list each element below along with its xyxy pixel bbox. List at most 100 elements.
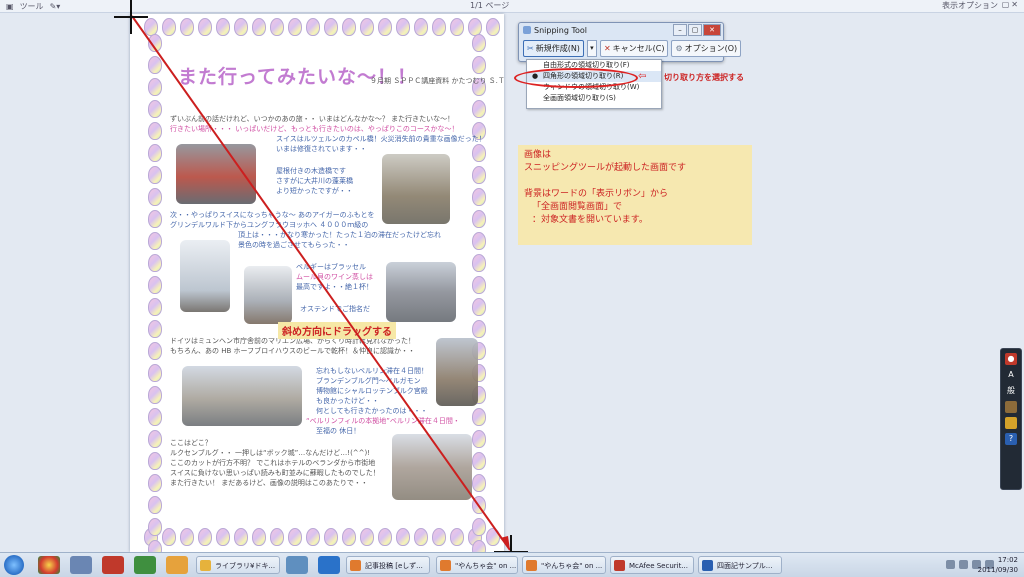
library-icon	[200, 560, 211, 571]
chrome-icon[interactable]	[38, 556, 60, 574]
balloon-ornament	[148, 298, 162, 316]
photo-luxembourg-city	[392, 434, 472, 500]
input-mode-indicator[interactable]: A	[1005, 369, 1017, 381]
tools-icon[interactable]	[1005, 417, 1017, 429]
balloon-ornament	[306, 528, 320, 546]
clock-time: 17:02	[997, 556, 1018, 564]
taskbar-item[interactable]: 四面記サンプル...	[698, 556, 782, 574]
highlight-icon[interactable]: ✎▾	[50, 2, 61, 11]
balloon-ornament	[148, 78, 162, 96]
photo-chapel-bridge	[382, 154, 450, 224]
tray-icon[interactable]	[946, 560, 955, 569]
taskbar-item[interactable]: ライブラリ¥ドキ...	[196, 556, 280, 574]
tray-icon[interactable]	[959, 560, 968, 569]
balloon-ornament	[148, 122, 162, 140]
balloon-ornament	[342, 528, 356, 546]
balloon-ornament	[472, 474, 486, 492]
document-subtitle: ９月期 ＳＰＰＣ講座資料 かたつむり Ｓ.Ｔ	[370, 77, 505, 85]
cancel-label: キャンセル(C)	[612, 44, 665, 53]
firefox-icon	[526, 560, 537, 571]
balloon-ornament	[472, 232, 486, 250]
balloon-ornament	[198, 528, 212, 546]
cancel-button[interactable]: ✕ キャンセル(C)	[599, 40, 669, 57]
doc-line: 頂上は・・・かなり寒かった！たった１泊の滞在だったけど忘れ	[238, 231, 441, 239]
window-controls[interactable]: ▢✕	[1002, 0, 1020, 9]
balloon-border-left	[148, 34, 162, 558]
save-icon[interactable]: ▣	[6, 2, 14, 11]
ime-icon[interactable]: ●	[1005, 353, 1017, 365]
balloon-ornament	[180, 528, 194, 546]
balloon-ornament	[472, 430, 486, 448]
clock[interactable]: 17:02 2011/09/30	[978, 555, 1018, 575]
doc-line: 至福の 休日！	[316, 427, 361, 435]
doc-line: ムール貝のワイン蒸しは	[296, 273, 373, 281]
ie-icon[interactable]	[318, 556, 340, 574]
taskbar-item[interactable]: McAfee Securit...	[610, 556, 694, 574]
close-button[interactable]: ✕	[703, 24, 721, 36]
minimize-button[interactable]: –	[673, 24, 687, 36]
balloon-ornament	[148, 474, 162, 492]
taskbar-item[interactable]: 記事投稿 [eしず...	[346, 556, 430, 574]
balloon-ornament	[472, 276, 486, 294]
balloon-ornament	[472, 210, 486, 228]
doc-line: ベルギーはブラッセル	[296, 263, 366, 271]
maximize-button[interactable]: ▢	[688, 24, 702, 36]
menu-item-full-screen[interactable]: 全画面領域切り取り(S)	[527, 93, 661, 104]
note-line	[524, 175, 746, 188]
view-options-button[interactable]: 表示オプション	[942, 0, 998, 11]
browser-icon[interactable]	[102, 556, 124, 574]
taskbar: ライブラリ¥ドキ... 記事投稿 [eしず... "やんちゃ会" on ... …	[0, 552, 1024, 577]
doc-line: 屋根付きの木造橋です	[276, 167, 346, 175]
balloon-ornament	[148, 342, 162, 360]
balloon-ornament	[472, 34, 486, 52]
page-indicator: 1/1 ページ	[470, 1, 510, 10]
highlight-ellipse	[514, 68, 638, 88]
reading-view-toolbar: ▣ ツール ✎▾ 1/1 ページ 表示オプション ▢✕	[0, 0, 1024, 13]
balloon-ornament	[180, 18, 194, 36]
photo-snow-station	[244, 266, 292, 324]
balloon-ornament	[234, 528, 248, 546]
doc-line: また行きたい！ まだあるけど、画像の説明はこのあたりで・・	[170, 479, 368, 487]
balloon-ornament	[148, 408, 162, 426]
arrow-left-icon: ⇦	[638, 71, 647, 82]
app-icon[interactable]	[134, 556, 156, 574]
new-snip-dropdown-arrow[interactable]: ▾	[586, 40, 597, 57]
help-icon[interactable]: ?	[1005, 433, 1017, 445]
new-snip-button[interactable]: ✂ 新規作成(N)	[523, 40, 584, 57]
explorer-icon[interactable]	[70, 556, 92, 574]
balloon-ornament	[324, 18, 338, 36]
balloon-ornament	[148, 320, 162, 338]
doc-line: ここのカットが行方不明？ でこれはホテルのベランダから市街地	[170, 459, 376, 467]
taskbar-item[interactable]: "やんちゃ会" on ...	[436, 556, 518, 574]
balloon-ornament	[148, 276, 162, 294]
photo-munich-townhall	[436, 338, 478, 406]
folder-icon[interactable]	[166, 556, 188, 574]
balloon-ornament	[486, 18, 500, 36]
doc-line: ずいぶん前の話だけれど、いつかのあの旅・・ いまはどんなかな～？ また行きたいな…	[170, 115, 455, 123]
balloon-ornament	[324, 528, 338, 546]
tools-menu[interactable]: ツール	[20, 1, 44, 12]
start-button[interactable]	[4, 555, 24, 575]
doc-line: グリンデルワルド下からユングフラウヨッホへ ４０００ｍ級の	[170, 221, 369, 229]
doc-line: ルクセンブルグ・・ 一押しは“ボック城”…なんだけど…!(^^)!	[170, 449, 371, 457]
note-line: ：対象文書を開いています。	[532, 215, 648, 225]
balloon-ornament	[378, 528, 392, 546]
options-button[interactable]: ⚙ オプション(O)	[671, 40, 742, 57]
clock-date: 2011/09/30	[977, 566, 1018, 574]
balloon-ornament	[270, 528, 284, 546]
ime-pad-icon[interactable]	[1005, 401, 1017, 413]
balloon-ornament	[432, 18, 446, 36]
balloon-ornament	[472, 408, 486, 426]
doc-line: “ベルリンフィルの本拠地”ベルリン滞在４日間・	[306, 417, 460, 425]
balloon-ornament	[472, 298, 486, 316]
taskbar-item[interactable]: "やんちゃ会" on ...	[522, 556, 606, 574]
network-icon[interactable]	[286, 556, 308, 574]
balloon-ornament	[148, 166, 162, 184]
kanji-mode-indicator[interactable]: 般	[1005, 385, 1017, 397]
balloon-ornament	[148, 210, 162, 228]
balloon-ornament	[288, 18, 302, 36]
doc-line: スイスはルツェルンのカペル橋！火災消失前の貴重な画像だった！	[276, 135, 486, 143]
document-page: また行ってみたいな～！！ ９月期 ＳＰＰＣ講座資料 かたつむり Ｓ.Ｔ ずいぶん…	[130, 14, 505, 558]
photo-swiss-flags	[176, 144, 256, 204]
balloon-ornament	[472, 320, 486, 338]
